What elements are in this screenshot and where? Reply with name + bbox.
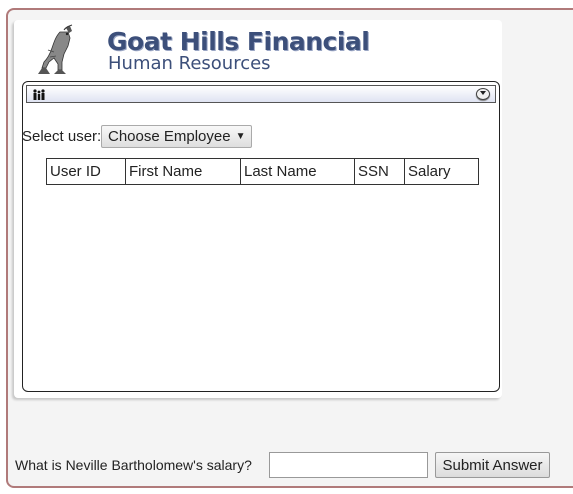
employee-table: User ID First Name Last Name SSN Salary bbox=[46, 158, 479, 185]
column-header-salary: Salary bbox=[404, 158, 479, 185]
submit-answer-button[interactable]: Submit Answer bbox=[435, 452, 550, 478]
people-icon bbox=[32, 87, 46, 101]
column-header-ssn: SSN bbox=[354, 158, 405, 185]
answer-input[interactable] bbox=[269, 452, 428, 478]
select-user-label: Select user: bbox=[22, 128, 102, 145]
column-header-last-name: Last Name bbox=[240, 158, 355, 185]
chevron-down-icon: ▼ bbox=[235, 131, 246, 142]
column-header-first-name: First Name bbox=[125, 158, 241, 185]
employee-dropdown[interactable]: Choose Employee ▼ bbox=[101, 125, 253, 148]
employee-dropdown-value: Choose Employee bbox=[108, 128, 231, 145]
collapse-toggle-icon[interactable] bbox=[476, 88, 490, 100]
panel-toolbar bbox=[26, 85, 496, 103]
brand-title: Goat Hills Financial bbox=[107, 27, 370, 56]
brand-subtitle: Human Resources bbox=[108, 53, 271, 74]
table-header-row: User ID First Name Last Name SSN Salary bbox=[46, 158, 479, 185]
goat-logo-icon bbox=[36, 24, 80, 76]
question-text: What is Neville Bartholomew's salary? bbox=[15, 457, 252, 473]
column-header-user-id: User ID bbox=[46, 158, 126, 185]
